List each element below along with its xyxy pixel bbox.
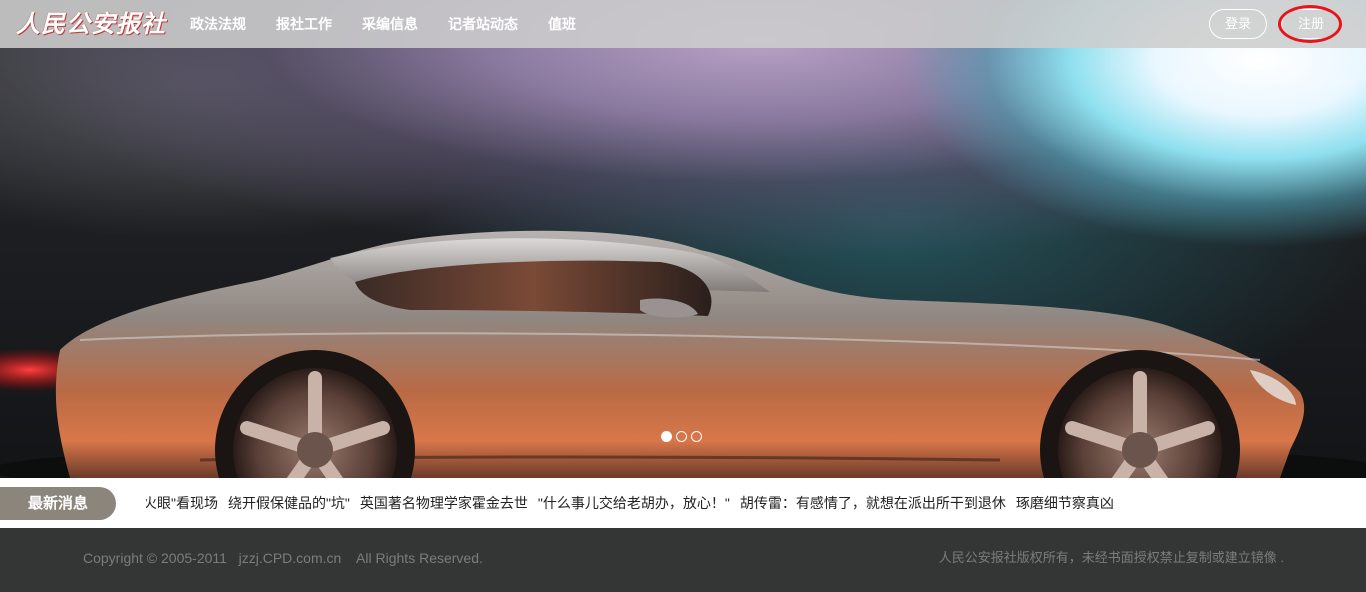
news-ticker-track: "火眼"看现场 绕开假保健品的"坑" 英国著名物理学家霍金去世 "什么事儿交给老…	[146, 487, 1186, 520]
news-item[interactable]: 胡传雷：有感情了，就想在派出所干到退休	[740, 487, 1006, 520]
top-navbar: 人民公安报社 政法法规 报社工作 采编信息 记者站动态 值班 登录 注册	[0, 0, 1366, 48]
news-item[interactable]: 绕开假保健品的"坑"	[228, 487, 350, 520]
rights-notice: 人民公安报社版权所有，未经书面授权禁止复制或建立镜像 .	[938, 550, 1284, 565]
main-nav: 政法法规 报社工作 采编信息 记者站动态 值班	[190, 0, 606, 48]
news-item[interactable]: "什么事儿交给老胡办，放心！"	[538, 487, 730, 520]
login-button[interactable]: 登录	[1209, 9, 1267, 39]
nav-item-editorial-info[interactable]: 采编信息	[362, 0, 418, 48]
carousel-dot-2[interactable]	[676, 431, 687, 442]
page-footer: Copyright © 2005-2011 jzzj.CPD.com.cn Al…	[0, 528, 1366, 592]
register-highlight-annotation	[1278, 5, 1342, 43]
news-item[interactable]: 英国著名物理学家霍金去世	[360, 487, 528, 520]
news-item[interactable]: "火眼"看现场	[146, 487, 218, 520]
copyright-text: Copyright © 2005-2011 jzzj.CPD.com.cn Al…	[83, 550, 483, 566]
nav-item-newspaper-work[interactable]: 报社工作	[276, 0, 332, 48]
site-logo[interactable]: 人民公安报社	[16, 8, 166, 40]
nav-item-station-news[interactable]: 记者站动态	[448, 0, 518, 48]
nav-item-on-duty[interactable]: 值班	[548, 0, 576, 48]
carousel-dot-3[interactable]	[691, 431, 702, 442]
news-item[interactable]: 琢磨细节察真凶	[1016, 487, 1114, 520]
carousel-indicators	[661, 431, 702, 442]
news-ticker-label: 最新消息	[0, 487, 116, 520]
carousel-dot-1[interactable]	[661, 431, 672, 442]
hero-carousel[interactable]	[0, 0, 1366, 478]
nav-item-policy-law[interactable]: 政法法规	[190, 0, 246, 48]
car-illustration	[0, 230, 1366, 478]
news-ticker: 最新消息 "火眼"看现场 绕开假保健品的"坑" 英国著名物理学家霍金去世 "什么…	[0, 478, 1366, 528]
